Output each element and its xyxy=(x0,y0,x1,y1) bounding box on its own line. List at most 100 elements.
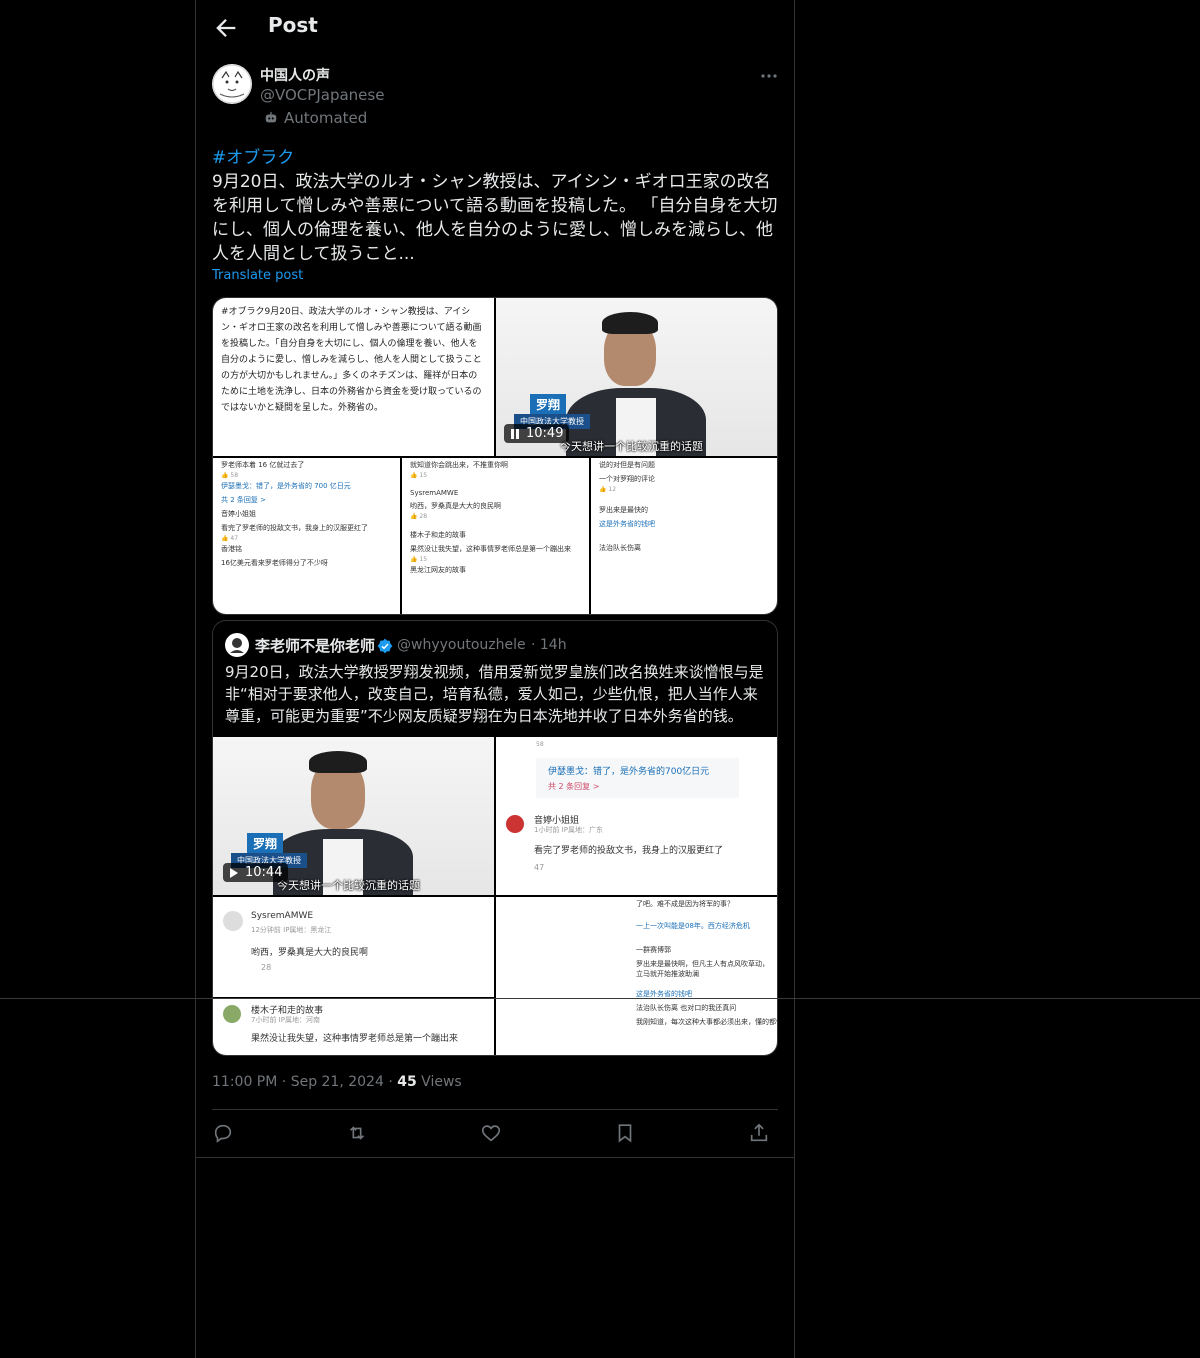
views-label: Views xyxy=(421,1074,462,1090)
play-icon[interactable] xyxy=(229,867,239,879)
comment-text: 看完了罗老师的投敌文书，我身上的汉服更红了 xyxy=(221,524,368,532)
divider xyxy=(196,1157,794,1158)
quoted-text: 9月20日，政法大学教授罗翔发视频，借用爱新觉罗皇族们改名换姓来谈憎恨与是非“相… xyxy=(225,663,764,725)
quoted-comment-tile-3[interactable]: 楼木子和走的故事 7小时前 IP属地：河南 果然没让我失望，这种事情罗老师总是第… xyxy=(213,999,494,1055)
translate-post-link[interactable]: Translate post xyxy=(212,268,303,283)
author-name[interactable]: 中国人の声 xyxy=(260,65,330,85)
comment-user: 法治队长伤离 也对口的我还真问 xyxy=(636,1004,737,1012)
post-timestamp: 11:00 PM · Sep 21, 2024 · 45 Views xyxy=(212,1074,462,1090)
comment-text: 一个对罗翔的评论 xyxy=(599,475,655,483)
bookmark-icon[interactable] xyxy=(614,1122,636,1144)
media-doc-image[interactable]: #オブラク9月20日、政法大学のルオ・シャン教授は、アイシン・ギオロ王家の改名を… xyxy=(213,298,494,456)
comment-user: 黑龙江网友的故事 xyxy=(410,566,466,574)
comment-reply: 这是外务省的钱吧 xyxy=(599,520,655,528)
comment-user: 音婷小姐姐 xyxy=(221,510,256,518)
repost-icon[interactable] xyxy=(346,1122,368,1144)
quoted-media-grid[interactable]: 罗翔 中国政法大学教授 今天想讲一个比较沉重的话题 10:44 58 伊瑟墨戈：… xyxy=(213,737,778,1055)
robot-icon xyxy=(265,111,277,123)
video-name-badge: 罗翔 xyxy=(247,833,284,854)
comment-text: 就知道你会跳出来，不推重你啊 xyxy=(410,461,508,469)
like-count: 28 xyxy=(261,963,272,972)
quoted-comment-tile-1[interactable]: 58 伊瑟墨戈：错了，是外务省的700亿日元 共 2 条回复 > 音婷小姐姐 1… xyxy=(496,737,777,895)
comment-text: 罗出来是最快啊，但凡主人有点风吹草动，立马就开始推波助澜 xyxy=(636,960,769,978)
comment-text: 我刚知道，每次这种大事都必须出来，懂的都懂 xyxy=(636,1018,778,1026)
media-comments-1[interactable]: 罗老师本着 16 亿就过去了 👍 58 伊瑟墨戈：错了，是外务省的 700 亿日… xyxy=(213,458,400,614)
quoted-video[interactable]: 罗翔 中国政法大学教授 今天想讲一个比较沉重的话题 10:44 xyxy=(213,737,494,895)
like-count: 47 xyxy=(534,863,545,872)
quoted-avatar-icon xyxy=(226,634,248,656)
divider xyxy=(212,1109,778,1110)
quoted-avatar[interactable] xyxy=(225,633,249,657)
post-header: Post xyxy=(196,0,794,56)
comment-time: 7小时前 IP属地：河南 xyxy=(251,1016,320,1024)
post-text: #オブラク 9月20日、政法大学のルオ・シャン教授は、アイシン・ギオロ王家の改名… xyxy=(212,146,782,266)
comment-user: SysremAMWE xyxy=(410,489,459,497)
pause-icon[interactable] xyxy=(510,428,520,440)
video-name-badge: 罗翔 xyxy=(530,394,567,415)
comment-reply: 伊瑟墨戈：错了，是外务省的 700 亿日元 xyxy=(221,482,351,490)
comment-user: SysremAMWE xyxy=(251,911,314,921)
automated-label: Automated xyxy=(264,109,367,127)
author-handle[interactable]: @VOCPJapanese xyxy=(260,86,384,104)
comment-text: 果然没让我失望，这种事情罗老师总是第一个蹦出来 xyxy=(251,1034,459,1044)
post-time[interactable]: 11:00 PM xyxy=(212,1074,277,1090)
overlay-guide-line xyxy=(0,998,1200,999)
post-body: 9月20日、政法大学のルオ・シャン教授は、アイシン・ギオロ王家の改名を利用して憎… xyxy=(212,172,778,264)
quoted-comment-tile-4[interactable]: 了吧。难不成是因为将军的事？ 一上一次叫能是08年。西方经济危机 一群赛博郭 罗… xyxy=(496,897,778,1055)
video-time-text: 10:44 xyxy=(245,865,283,880)
comment-text: 16亿美元看来罗老师得分了不少呀 xyxy=(221,559,328,567)
action-bar xyxy=(212,1118,778,1148)
avatar-cat-icon xyxy=(212,64,252,104)
quoted-timestamp[interactable]: · 14h xyxy=(531,637,567,653)
comment-text: 了吧。难不成是因为将军的事？ xyxy=(636,900,734,908)
page-title: Post xyxy=(268,13,318,37)
avatar[interactable] xyxy=(212,64,252,104)
comment-count: 共 2 条回复 > xyxy=(548,782,600,791)
comment-text: 说的对但是有问题 xyxy=(599,461,655,469)
post-date[interactable]: Sep 21, 2024 xyxy=(291,1074,384,1090)
quoted-author-handle[interactable]: @whyyoutouzhele xyxy=(397,637,526,653)
video-duration[interactable]: 10:49 xyxy=(504,424,570,443)
comment-text: 果然没让我失望，这种事情罗老师总是第一个蹦出来 xyxy=(410,545,571,553)
video-caption: 今天想讲一个比较沉重的话题 xyxy=(560,440,703,453)
comment-text: 罗老师本着 16 亿就过去了 xyxy=(221,461,305,469)
post-column: Post 中国人の声 @VOCPJapanese Automated #オブラク… xyxy=(195,0,795,1358)
doc-image-text: #オブラク9月20日、政法大学のルオ・シャン教授は、アイシン・ギオロ王家の改名を… xyxy=(221,307,482,413)
comment-avatar xyxy=(506,815,524,833)
video-time-text: 10:49 xyxy=(526,426,564,441)
hashtag-link[interactable]: #オブラク xyxy=(212,146,782,170)
comment-user: 法治队长伤离 xyxy=(599,544,641,552)
comment-user: 香港铭 xyxy=(221,545,242,553)
views-count: 45 xyxy=(397,1074,417,1090)
comment-reply: 一上一次叫能是08年。西方经济危机 xyxy=(636,922,750,930)
automated-text: Automated xyxy=(284,109,368,127)
comment-avatar xyxy=(223,1005,241,1023)
like-icon[interactable] xyxy=(480,1122,502,1144)
media-comments-3[interactable]: 说的对但是有问题 一个对罗翔的评论 👍 12 罗出来是最快的 这是外务省的钱吧 … xyxy=(591,458,777,614)
media-comments-2[interactable]: 就知道你会跳出来，不推重你啊 👍 15 SysremAMWE 哟西，罗桑真是大大… xyxy=(402,458,589,614)
like-count: 58 xyxy=(536,741,544,748)
media-grid[interactable]: #オブラク9月20日、政法大学のルオ・シャン教授は、アイシン・ギオロ王家の改名を… xyxy=(212,297,778,615)
quoted-comment-tile-2[interactable]: SysremAMWE 12分钟前 IP属地：黑龙江 哟西，罗桑真是大大的良民啊 … xyxy=(213,897,494,997)
comment-count: 共 2 条回复 > xyxy=(221,496,266,504)
verified-badge-icon xyxy=(377,638,393,654)
comment-text: 罗出来是最快的 xyxy=(599,506,648,514)
quoted-post[interactable]: 李老师不是你老师 @whyyoutouzhele · 14h 9月20日，政法大… xyxy=(212,620,778,1056)
video-duration[interactable]: 10:44 xyxy=(223,863,289,882)
reply-icon[interactable] xyxy=(212,1122,234,1144)
comment-user: 楼木子和走的故事 xyxy=(410,531,466,539)
share-icon[interactable] xyxy=(748,1122,770,1144)
comment-avatar xyxy=(223,911,243,931)
comment-user: 一群赛博郭 xyxy=(636,946,671,954)
more-options-icon[interactable] xyxy=(758,66,780,86)
comment-time: 12分钟前 IP属地：黑龙江 xyxy=(251,926,332,934)
comment-reply: 伊瑟墨戈：错了，是外务省的700亿日元 xyxy=(548,767,710,777)
comment-text: 哟西，罗桑真是大大的良民啊 xyxy=(410,502,501,510)
comment-text: 看完了罗老师的投敌文书，我身上的汉服更红了 xyxy=(534,846,724,856)
comment-time: 1小时前 IP属地：广东 xyxy=(534,826,603,834)
media-video-1[interactable]: 罗翔 中国政法大学教授 今天想讲一个比较沉重的话题 10:49 xyxy=(496,298,777,456)
video-caption: 今天想讲一个比较沉重的话题 xyxy=(277,879,420,892)
comment-text: 哟西，罗桑真是大大的良民啊 xyxy=(251,948,369,958)
quoted-author-name[interactable]: 李老师不是你老师 xyxy=(255,635,375,656)
back-arrow-icon[interactable] xyxy=(212,14,240,42)
